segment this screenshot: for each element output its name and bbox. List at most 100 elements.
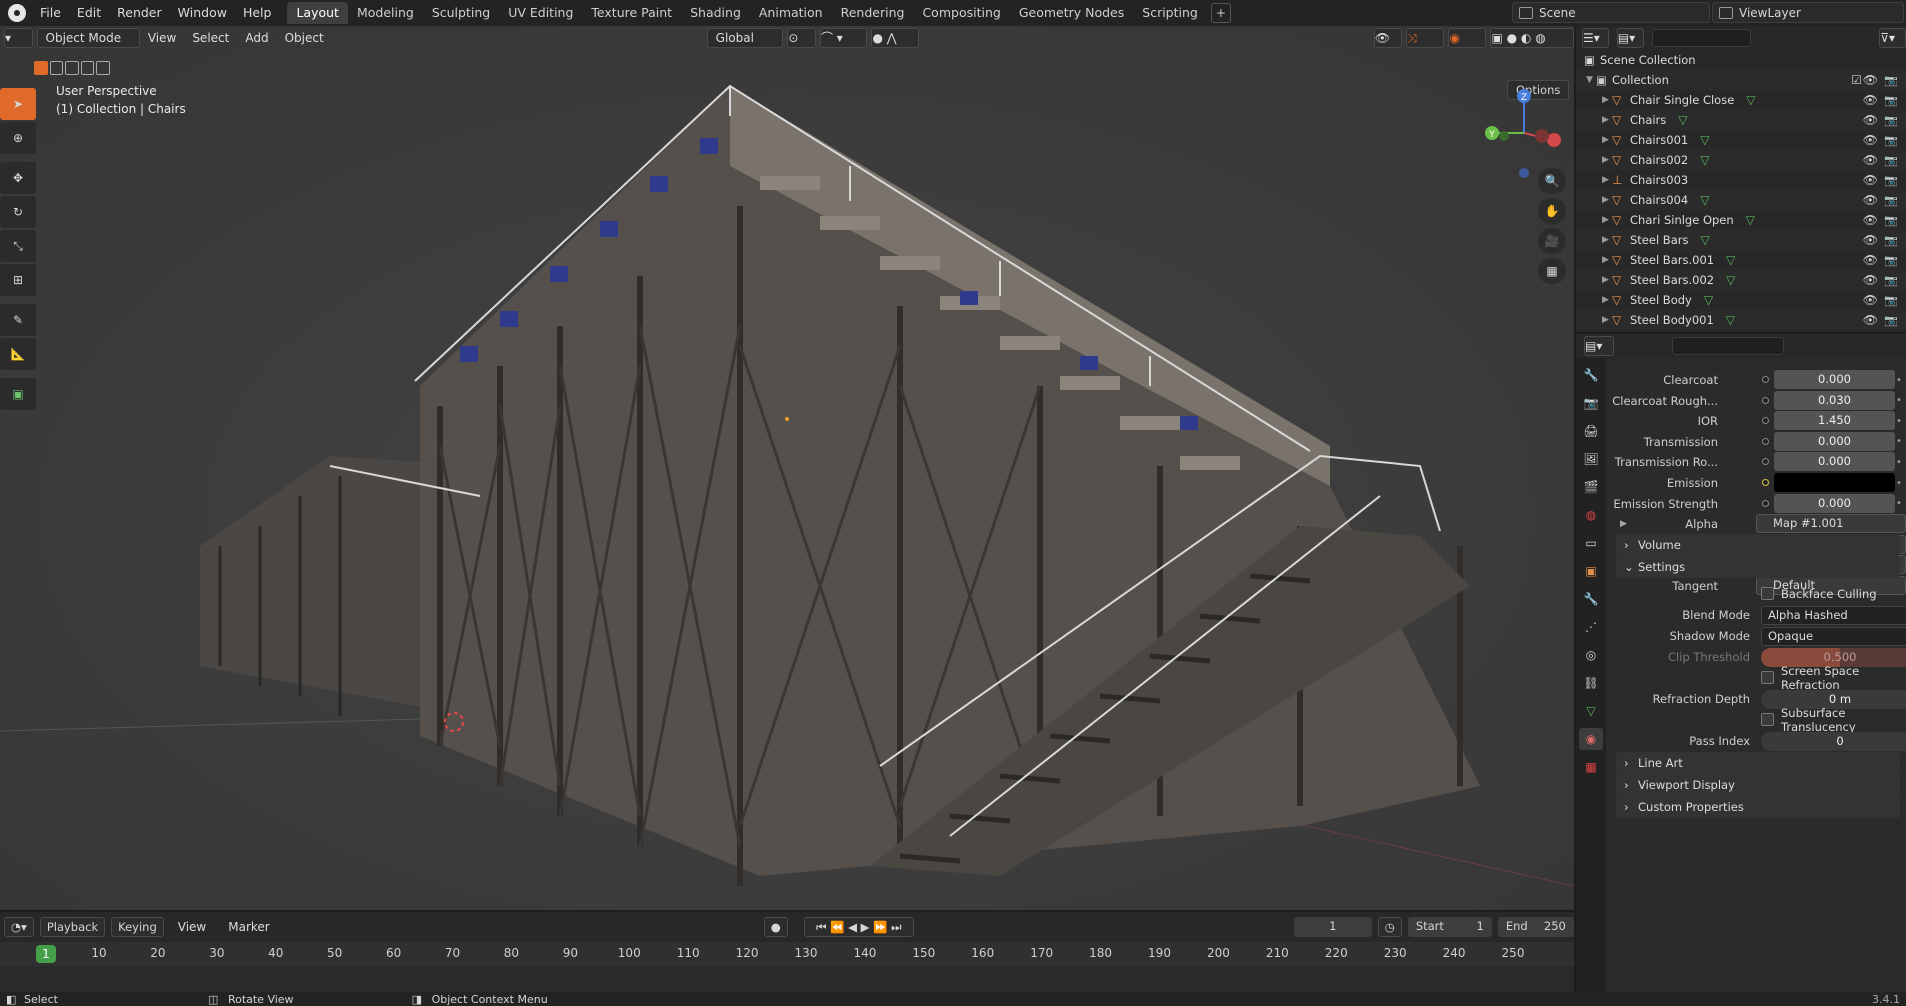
view-layer-selector[interactable]: ViewLayer	[1712, 2, 1904, 23]
property-value-field[interactable]: 0.000	[1774, 431, 1895, 451]
frame-ruler[interactable]: 1 10 20 30 40 50 60 70 80 90 100 110 120 130 140 150 16…	[0, 942, 1574, 966]
scene-tab-icon[interactable]: 🎬	[1579, 476, 1603, 498]
settings-panel[interactable]: ⌄ Settings	[1616, 556, 1900, 578]
current-frame-field[interactable]: 1	[1293, 917, 1372, 937]
grid-perspective-icon[interactable]: ▦	[1538, 258, 1566, 284]
render-tab-icon[interactable]: 📷	[1579, 392, 1603, 414]
outliner-item[interactable]: ▶ ▽ Chairs004 ▽ 👁 📷	[1576, 190, 1906, 210]
tab-modeling[interactable]: Modeling	[348, 2, 423, 24]
render-visibility-icon[interactable]: 📷	[1884, 274, 1898, 287]
expand-arrow-icon[interactable]: ▶	[1602, 215, 1612, 225]
object-tab-icon[interactable]: ▣	[1579, 560, 1603, 582]
expand-arrow-icon[interactable]: ▶	[1602, 275, 1612, 285]
keyframe-dot-icon[interactable]: •	[1896, 416, 1902, 427]
cursor-tool-icon[interactable]: ⊕	[0, 122, 36, 154]
collection-tab-icon[interactable]: ▭	[1579, 532, 1603, 554]
timeline-marker-menu[interactable]: Marker	[220, 920, 277, 934]
viewport-display-panel[interactable]: › Viewport Display	[1616, 774, 1900, 796]
snap-button[interactable]: ⌒ ▾	[819, 28, 868, 48]
collection-visibility-icon[interactable]: 👁	[1863, 73, 1878, 87]
expand-arrow-icon[interactable]: ▶	[1602, 135, 1612, 145]
outliner-item[interactable]: ▶ ⊥ Chairs003 👁 📷	[1576, 170, 1906, 190]
mesh-data-icon[interactable]: ▽	[1726, 313, 1735, 327]
playback-controls[interactable]: ⏮ ⏪ ◀ ▶ ⏩ ⏭	[803, 917, 914, 937]
socket-icon[interactable]	[1762, 376, 1769, 383]
timeline-view-menu[interactable]: View	[170, 920, 214, 934]
outliner-filter-button[interactable]: ⊽▾	[1879, 28, 1906, 48]
mesh-data-icon[interactable]: ▽	[1746, 213, 1755, 227]
property-value-field[interactable]: 0.000	[1774, 493, 1895, 513]
mesh-data-icon[interactable]: ▽	[1700, 233, 1709, 247]
overlay-toggle-button[interactable]: ◉	[1448, 28, 1487, 48]
expand-arrow-icon[interactable]: ▶	[1602, 195, 1612, 205]
screen-space-refraction-checkbox[interactable]	[1761, 671, 1774, 684]
transform-orientation-dropdown[interactable]: Global	[706, 28, 784, 48]
link-value-field[interactable]: Map #1.001	[1756, 514, 1906, 534]
menu-render[interactable]: Render	[109, 0, 170, 26]
render-visibility-icon[interactable]: 📷	[1884, 114, 1898, 127]
render-visibility-icon[interactable]: 📷	[1884, 134, 1898, 147]
tab-compositing[interactable]: Compositing	[913, 2, 1009, 24]
property-value-field[interactable]: 1.450	[1774, 411, 1895, 431]
view-layer-tab-icon[interactable]: 🖼	[1579, 448, 1603, 470]
viewport-menu-object[interactable]: Object	[277, 31, 332, 45]
gizmo-toggle-button[interactable]: ⤨	[1406, 28, 1445, 48]
shading-mode-buttons[interactable]: ▣ ● ◐ ◍	[1490, 28, 1574, 48]
properties-editor-type-button[interactable]: ▤▾	[1584, 336, 1614, 356]
socket-icon[interactable]	[1762, 499, 1769, 507]
pass-index-field[interactable]: 0	[1761, 731, 1906, 751]
mesh-data-icon[interactable]: ▽	[1704, 293, 1713, 307]
outliner-item[interactable]: ▶ ▽ Steel Body ▽ 👁 📷	[1576, 290, 1906, 310]
current-frame-indicator[interactable]: 1	[36, 945, 56, 963]
visibility-icon[interactable]: 👁	[1863, 293, 1878, 307]
shadow-mode-dropdown[interactable]: Opaque	[1761, 626, 1906, 646]
expand-arrow-icon[interactable]: ▶	[1602, 295, 1612, 305]
render-visibility-icon[interactable]: 📷	[1884, 314, 1898, 327]
visibility-icon[interactable]: 👁	[1863, 133, 1878, 147]
physics-tab-icon[interactable]: ◎	[1579, 644, 1603, 666]
visibility-icon[interactable]: 👁	[1863, 153, 1878, 167]
editor-type-button[interactable]: ▾	[4, 28, 33, 48]
line-art-panel[interactable]: › Line Art	[1616, 752, 1900, 774]
menu-edit[interactable]: Edit	[69, 0, 109, 26]
mesh-data-icon[interactable]: ▽	[1726, 273, 1735, 287]
collection-checkbox-icon[interactable]: ☑	[1851, 73, 1862, 87]
playback-menu[interactable]: Playback	[39, 917, 106, 937]
move-tool-icon[interactable]: ✥	[0, 162, 36, 194]
tab-scripting[interactable]: Scripting	[1133, 2, 1207, 24]
socket-icon[interactable]	[1762, 417, 1769, 425]
outliner-item[interactable]: ▶ ▽ Chari Sinlge Open ▽ 👁 📷	[1576, 210, 1906, 230]
add-workspace-button[interactable]: +	[1210, 3, 1231, 23]
frame-end-field[interactable]: End 250	[1497, 917, 1574, 937]
constraints-tab-icon[interactable]: ⛓	[1579, 672, 1603, 694]
expand-arrow-icon[interactable]: ▶	[1602, 235, 1612, 245]
outliner-editor-type-button[interactable]: ☰▾	[1582, 28, 1609, 48]
visibility-icon[interactable]: 👁	[1863, 313, 1878, 327]
render-visibility-icon[interactable]: 📷	[1884, 234, 1898, 247]
property-value-field[interactable]	[1774, 473, 1895, 492]
outliner-item[interactable]: ▶ ▽ Steel Bars.001 ▽ 👁 📷	[1576, 250, 1906, 270]
expand-arrow-icon[interactable]: ▶	[1602, 255, 1612, 265]
mesh-data-icon[interactable]: ▽	[1700, 153, 1709, 167]
tab-geometry-nodes[interactable]: Geometry Nodes	[1010, 2, 1133, 24]
property-value-field[interactable]: 0.030	[1774, 390, 1895, 410]
scene-selector[interactable]: Scene	[1512, 2, 1710, 23]
transform-tool-icon[interactable]: ⊞	[0, 264, 36, 296]
render-visibility-icon[interactable]: 📷	[1884, 294, 1898, 307]
record-button[interactable]: ●	[763, 917, 788, 937]
visibility-icon[interactable]: 👁	[1863, 213, 1878, 227]
visibility-icon[interactable]: 👁	[1863, 93, 1878, 107]
annotate-tool-icon[interactable]: ✎	[0, 304, 36, 336]
texture-tab-icon[interactable]: ▦	[1579, 756, 1603, 778]
measure-tool-icon[interactable]: 📐	[0, 338, 36, 370]
expand-arrow-icon[interactable]: ▶	[1620, 519, 1627, 529]
expand-arrow-icon[interactable]: ▶	[1602, 155, 1612, 165]
tool-tab-icon[interactable]: 🔧	[1579, 364, 1603, 386]
frame-start-field[interactable]: Start 1	[1407, 917, 1492, 937]
particles-tab-icon[interactable]: ⋰	[1579, 616, 1603, 638]
socket-icon[interactable]	[1762, 437, 1769, 445]
outliner-item[interactable]: ▶ ▽ Steel Bars ▽ 👁 📷	[1576, 230, 1906, 250]
keyframe-dot-icon[interactable]: •	[1896, 436, 1902, 447]
outliner-item[interactable]: ▶ ▽ Chairs002 ▽ 👁 📷	[1576, 150, 1906, 170]
menu-help[interactable]: Help	[235, 0, 280, 26]
